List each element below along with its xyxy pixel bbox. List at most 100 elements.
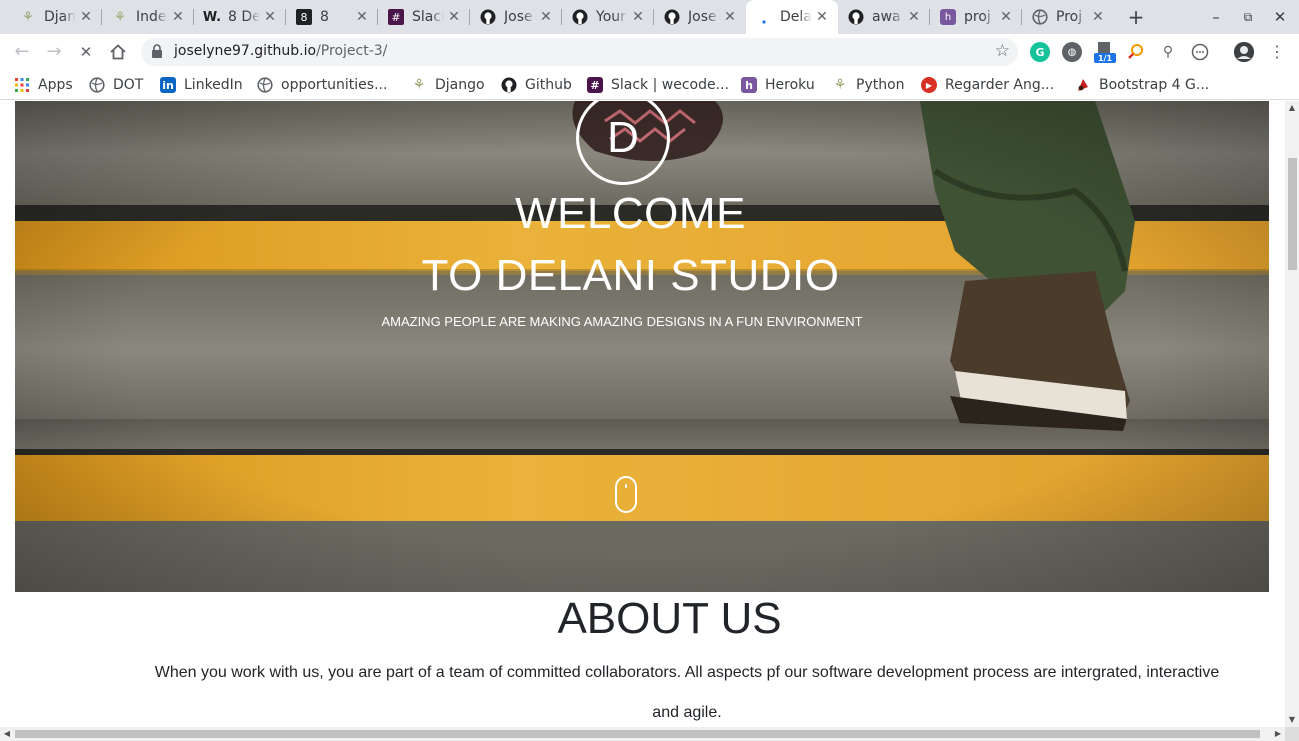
- bookmark-star-icon[interactable]: ☆: [995, 41, 1010, 61]
- bookmark-linkedin[interactable]: in LinkedIn: [160, 76, 243, 94]
- tab-github-jose-2[interactable]: Jose ✕: [654, 0, 746, 34]
- tab-8[interactable]: 8 8 ✕: [286, 0, 378, 34]
- number-icon: 8: [296, 9, 312, 25]
- bookmark-dot[interactable]: DOT: [89, 76, 143, 94]
- horizontal-scroll-thumb[interactable]: [15, 730, 1260, 738]
- bookmark-label: LinkedIn: [184, 77, 243, 93]
- scrollbar-corner: [1285, 727, 1299, 741]
- heroku-icon: h: [741, 77, 757, 93]
- close-icon[interactable]: ✕: [354, 9, 370, 25]
- search-extension-icon[interactable]: [1126, 42, 1146, 62]
- forward-button[interactable]: →: [42, 40, 66, 64]
- close-icon[interactable]: ✕: [630, 9, 646, 25]
- eye-dropper-icon[interactable]: ⚲: [1158, 42, 1178, 62]
- bookmark-python[interactable]: ⚘ Python: [832, 76, 905, 94]
- bookmark-label: Heroku: [765, 77, 815, 93]
- close-icon[interactable]: ✕: [814, 9, 830, 25]
- minimize-button[interactable]: –: [1205, 6, 1227, 28]
- tab-strip: ⚘ Django ✕ ⚘ Index ✕ W. 8 De ✕ 8 8 ✕ # S…: [0, 0, 1299, 34]
- back-button[interactable]: ←: [10, 40, 34, 64]
- tab-github-your[interactable]: Your ✕: [562, 0, 654, 34]
- scroll-left-arrow[interactable]: ◀: [0, 727, 14, 741]
- page-viewport: D WELCOME TO DELANI STUDIO AMAZING PEOPL…: [0, 101, 1285, 727]
- bookmark-label: Github: [525, 77, 572, 93]
- scroll-up-arrow[interactable]: ▲: [1285, 101, 1299, 115]
- grammarly-icon[interactable]: G: [1030, 42, 1050, 62]
- tab-title: Django: [44, 9, 76, 25]
- mouse-wheel: [625, 484, 627, 488]
- tab-proj[interactable]: Proj ✕: [1022, 0, 1114, 34]
- tab-slack[interactable]: # Slack ✕: [378, 0, 470, 34]
- extension-badge: 1/1: [1098, 54, 1112, 63]
- scroll-mouse-icon[interactable]: [615, 476, 637, 513]
- hero-section: D WELCOME TO DELANI STUDIO AMAZING PEOPL…: [15, 101, 1269, 592]
- close-icon[interactable]: ✕: [722, 9, 738, 25]
- bookmark-label: Regarder Ang...: [945, 77, 1055, 93]
- restore-button[interactable]: ⧉: [1237, 6, 1259, 28]
- profile-avatar[interactable]: [1234, 42, 1254, 62]
- bookmark-github[interactable]: Github: [501, 76, 572, 94]
- close-icon[interactable]: ✕: [538, 9, 554, 25]
- tab-delani-active[interactable]: Dela ✕: [746, 0, 838, 34]
- stop-loading-button[interactable]: ✕: [74, 40, 98, 64]
- django-icon: ⚘: [22, 9, 34, 25]
- apps-grid-icon: [14, 77, 30, 93]
- django-icon: ⚘: [114, 9, 126, 25]
- linkedin-icon: in: [160, 77, 176, 93]
- bookmark-bootstrap[interactable]: Bootstrap 4 G...: [1075, 76, 1209, 94]
- close-icon[interactable]: ✕: [446, 9, 462, 25]
- wappalyzer-icon[interactable]: 1/1: [1094, 42, 1116, 63]
- heroku-icon: h: [940, 9, 956, 25]
- tab-title: Proj: [1056, 9, 1083, 25]
- tab-django[interactable]: ⚘ Django ✕: [10, 0, 102, 34]
- browser-toolbar: ← → ✕ joselyne97.github.io/Project-3/ ☆ …: [0, 34, 1299, 70]
- django-icon: ⚘: [833, 77, 847, 93]
- tab-heroku-proj[interactable]: h proj ✕: [930, 0, 1022, 34]
- vertical-scroll-thumb[interactable]: [1288, 158, 1297, 270]
- django-icon: ⚘: [412, 77, 426, 93]
- bookmark-apps[interactable]: Apps: [14, 76, 73, 94]
- tab-github-awa[interactable]: awa ✕: [838, 0, 930, 34]
- scroll-down-arrow[interactable]: ▼: [1285, 713, 1299, 727]
- bookmark-heroku[interactable]: h Heroku: [741, 76, 815, 94]
- close-window-button[interactable]: ✕: [1269, 6, 1291, 28]
- close-icon[interactable]: ✕: [1090, 9, 1106, 25]
- about-title: ABOUT US: [557, 594, 782, 643]
- close-icon[interactable]: ✕: [262, 9, 278, 25]
- hero-heading-line2: TO DELANI STUDIO: [421, 251, 840, 300]
- slack-icon: #: [587, 77, 603, 93]
- home-button[interactable]: [106, 40, 130, 64]
- tab-title: Slack: [412, 9, 444, 25]
- about-text: When you work with us, you are part of a…: [154, 664, 1220, 721]
- close-icon[interactable]: ✕: [906, 9, 922, 25]
- horizontal-scrollbar[interactable]: ◀ ▶: [0, 727, 1285, 741]
- tab-title: Jose: [504, 9, 533, 25]
- github-icon: [501, 77, 517, 93]
- tab-8-de[interactable]: W. 8 De ✕: [194, 0, 286, 34]
- play-icon: ▶: [921, 77, 937, 93]
- globe-icon: [89, 77, 105, 93]
- url-text: joselyne97.github.io/Project-3/: [174, 43, 387, 59]
- tab-title: 8 De: [228, 9, 260, 25]
- tab-github-jose[interactable]: Jose ✕: [470, 0, 562, 34]
- bookmark-slack[interactable]: # Slack | wecode...: [587, 76, 729, 94]
- scroll-right-arrow[interactable]: ▶: [1271, 727, 1285, 741]
- bookmark-opportunities[interactable]: opportunities...: [257, 76, 387, 94]
- bookmark-django[interactable]: ⚘ Django: [411, 76, 485, 94]
- extensions-menu-icon[interactable]: [1190, 42, 1210, 62]
- address-bar[interactable]: joselyne97.github.io/Project-3/ ☆: [141, 38, 1018, 66]
- extension-icon[interactable]: ◍: [1062, 42, 1082, 62]
- close-icon[interactable]: ✕: [78, 9, 94, 25]
- bookmark-label: Python: [856, 77, 905, 93]
- tab-index[interactable]: ⚘ Index ✕: [102, 0, 194, 34]
- close-icon[interactable]: ✕: [170, 9, 186, 25]
- browser-menu-icon[interactable]: ⋮: [1265, 40, 1289, 64]
- bookmark-regarder[interactable]: ▶ Regarder Ang...: [921, 76, 1054, 94]
- close-icon[interactable]: ✕: [998, 9, 1014, 25]
- github-icon: [848, 9, 864, 25]
- bookmark-label: Bootstrap 4 G...: [1099, 77, 1210, 93]
- tab-title: Index: [136, 9, 168, 25]
- lock-icon[interactable]: [151, 44, 165, 60]
- new-tab-button[interactable]: +: [1125, 6, 1147, 28]
- vertical-scrollbar[interactable]: ▲ ▼: [1285, 101, 1299, 727]
